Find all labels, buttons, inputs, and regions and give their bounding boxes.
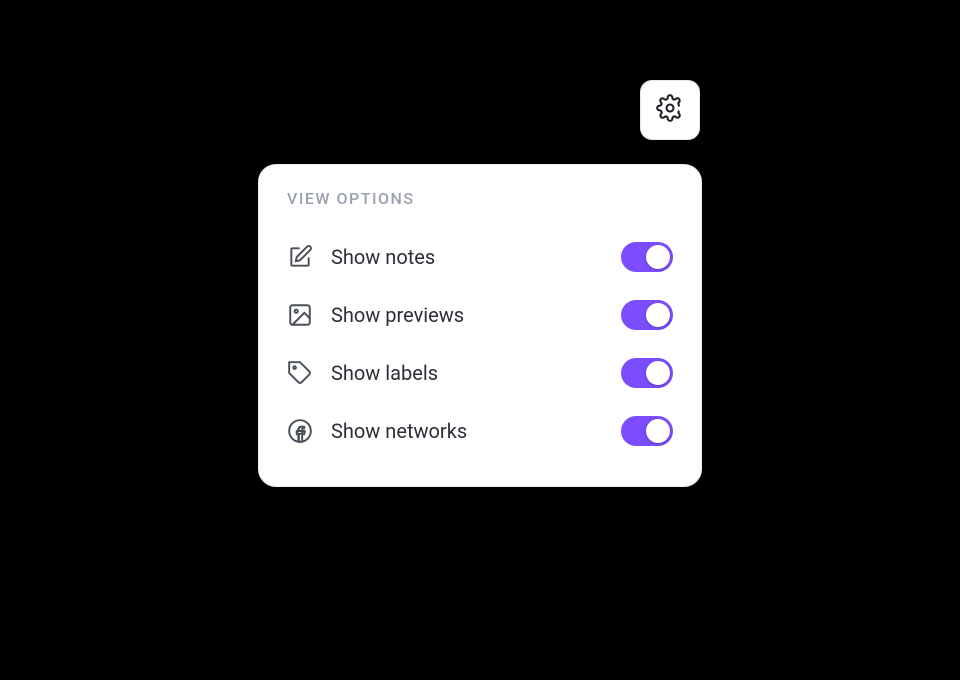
panel-title: VIEW OPTIONS (287, 189, 673, 208)
toggle-show-previews[interactable] (621, 300, 673, 330)
gear-icon (656, 94, 684, 126)
toggle-show-notes[interactable] (621, 242, 673, 272)
toggle-show-labels[interactable] (621, 358, 673, 388)
facebook-icon (287, 418, 313, 444)
option-label: Show notes (331, 245, 435, 269)
tag-icon (287, 360, 313, 386)
option-row-networks: Show networks (287, 402, 673, 460)
option-label: Show labels (331, 361, 438, 385)
option-row-notes: Show notes (287, 228, 673, 286)
option-row-labels: Show labels (287, 344, 673, 402)
option-row-previews: Show previews (287, 286, 673, 344)
settings-button[interactable] (640, 80, 700, 140)
option-label: Show previews (331, 303, 464, 327)
toggle-show-networks[interactable] (621, 416, 673, 446)
note-icon (287, 244, 313, 270)
view-options-panel: VIEW OPTIONS Show notes (258, 164, 702, 487)
image-icon (287, 302, 313, 328)
option-label: Show networks (331, 419, 467, 443)
